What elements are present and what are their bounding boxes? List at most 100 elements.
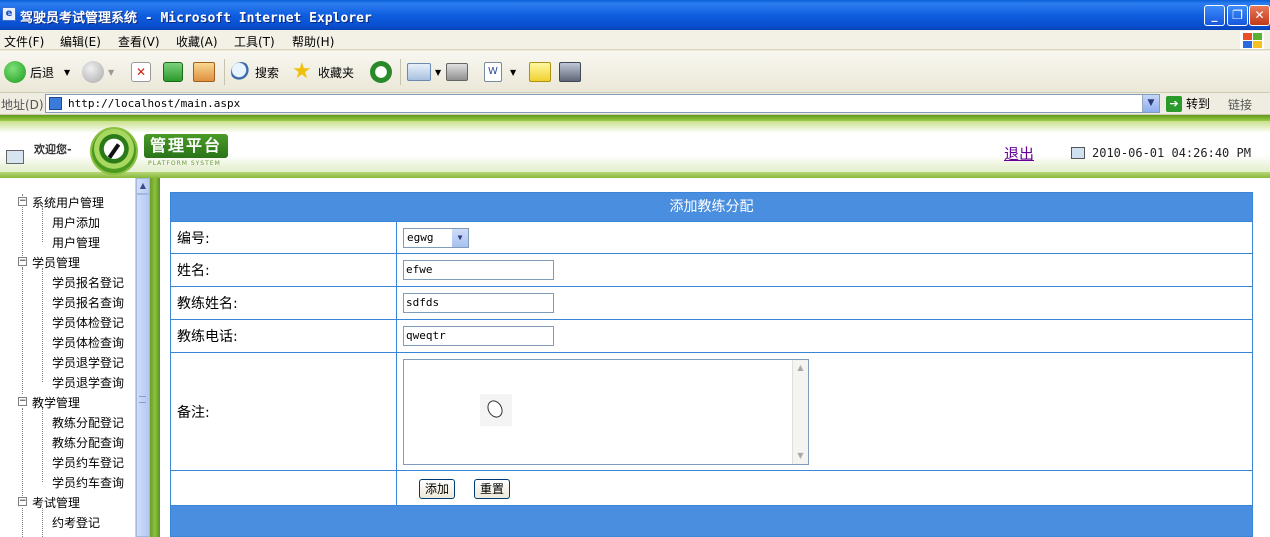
tree-guide xyxy=(22,268,23,308)
actions-label-cell xyxy=(171,471,397,505)
forward-arrow-icon xyxy=(82,61,104,83)
remark-textarea[interactable]: ▲ ▼ xyxy=(403,359,809,465)
tree-leaf-withdraw-register[interactable]: 学员退学登记 xyxy=(52,354,124,371)
id-label: 编号: xyxy=(171,222,397,253)
form-row-name: 姓名: efwe xyxy=(171,254,1252,287)
coach-name-input[interactable]: sdfds xyxy=(403,293,554,313)
tree-node-teaching-manage[interactable]: − 教学管理 xyxy=(18,394,80,411)
address-dropdown-icon[interactable]: ▼ xyxy=(1142,95,1159,112)
back-button[interactable]: 后退 ▼ xyxy=(4,60,70,84)
links-button[interactable]: 链接 xyxy=(1228,96,1252,113)
menu-bar: 文件(F) 编辑(E) 查看(V) 收藏(A) 工具(T) 帮助(H) xyxy=(0,30,1270,50)
tree-node-exam-manage[interactable]: − 考试管理 xyxy=(18,494,80,511)
tree-leaf-coach-assign-register[interactable]: 教练分配登记 xyxy=(52,414,124,431)
word-icon: W xyxy=(484,62,502,82)
refresh-icon xyxy=(163,62,183,82)
menu-view[interactable]: 查看(V) xyxy=(118,33,160,50)
history-button[interactable] xyxy=(370,60,392,84)
go-arrow-icon: ➔ xyxy=(1166,95,1182,112)
current-datetime: 2010-06-01 04:26:40 PM xyxy=(1092,146,1251,160)
favorites-button[interactable]: ★ 收藏夹 xyxy=(292,60,354,84)
scroll-thumb[interactable] xyxy=(136,194,150,537)
scroll-up-icon[interactable]: ▲ xyxy=(136,178,150,194)
tree-node-student-manage[interactable]: − 学员管理 xyxy=(18,254,80,271)
tree-guide xyxy=(42,208,43,242)
edit-button[interactable]: W ▼ xyxy=(484,60,516,84)
tree-leaf-car-booking-register[interactable]: 学员约车登记 xyxy=(52,454,124,471)
window-title: 驾驶员考试管理系统 - Microsoft Internet Explorer xyxy=(20,11,372,26)
mouse-cursor-icon xyxy=(480,394,512,426)
tree-leaf-user-add[interactable]: 用户添加 xyxy=(52,214,100,231)
tree-leaf-user-manage[interactable]: 用户管理 xyxy=(52,234,100,251)
menu-help[interactable]: 帮助(H) xyxy=(292,33,334,50)
close-button[interactable]: ✕ xyxy=(1249,5,1270,26)
toolbar-separator xyxy=(400,59,401,85)
windows-logo-icon xyxy=(1240,31,1264,49)
coach-phone-input[interactable]: qweqtr xyxy=(403,326,554,346)
menu-file[interactable]: 文件(F) xyxy=(4,33,44,50)
research-icon xyxy=(559,62,581,82)
frame-divider[interactable] xyxy=(150,178,160,537)
collapse-icon[interactable]: − xyxy=(18,497,27,506)
tree-leaf-exam-register[interactable]: 学员体检登记 xyxy=(52,314,124,331)
id-select[interactable]: egwg ▼ xyxy=(403,228,469,248)
textarea-scrollbar[interactable]: ▲ ▼ xyxy=(792,360,808,464)
note-icon xyxy=(529,62,551,82)
reset-button[interactable]: 重置 xyxy=(474,479,510,499)
name-cell: efwe xyxy=(397,254,1252,286)
name-input[interactable]: efwe xyxy=(403,260,554,280)
id-cell: egwg ▼ xyxy=(397,222,1252,253)
chevron-down-icon[interactable]: ▼ xyxy=(452,229,468,247)
address-input[interactable]: http://localhost/main.aspx ▼ xyxy=(45,94,1160,113)
collapse-icon[interactable]: − xyxy=(18,197,27,206)
history-icon xyxy=(370,61,392,83)
tree-leaf-enroll-register[interactable]: 学员报名登记 xyxy=(52,274,124,291)
back-dropdown-icon[interactable]: ▼ xyxy=(64,68,70,77)
nav-tree: − 系统用户管理 用户添加 用户管理 − 学员管理 学员报名登记 学员报名查询 … xyxy=(0,178,135,537)
tree-leaf-coach-assign-query[interactable]: 教练分配查询 xyxy=(52,434,124,451)
scroll-grip-icon xyxy=(139,396,146,403)
tree-node-system-users[interactable]: − 系统用户管理 xyxy=(18,194,104,211)
forward-dropdown-icon[interactable]: ▼ xyxy=(108,68,114,77)
search-button[interactable]: 搜索 xyxy=(231,60,279,84)
scroll-up-icon[interactable]: ▲ xyxy=(794,361,807,375)
minimize-button[interactable]: _ xyxy=(1204,5,1225,26)
edit-dropdown-icon[interactable]: ▼ xyxy=(510,68,516,77)
tree-leaf-car-booking-query[interactable]: 学员约车查询 xyxy=(52,474,124,491)
tree-leaf-exam-booking[interactable]: 约考登记 xyxy=(52,514,100,531)
browser-toolbar: 后退 ▼ ▼ ✕ 搜索 ★ 收藏夹 ▼ W ▼ xyxy=(0,51,1270,93)
menu-favorites[interactable]: 收藏(A) xyxy=(176,33,218,50)
stop-button[interactable]: ✕ xyxy=(131,60,151,84)
mail-button[interactable]: ▼ xyxy=(407,60,441,84)
menu-edit[interactable]: 编辑(E) xyxy=(60,33,101,50)
menu-tools[interactable]: 工具(T) xyxy=(234,33,275,50)
tree-leaf-exam-query[interactable]: 学员体检查询 xyxy=(52,334,124,351)
form-title: 添加教练分配 xyxy=(171,193,1252,222)
tree-leaf-withdraw-query[interactable]: 学员退学查询 xyxy=(52,374,124,391)
discuss-button[interactable] xyxy=(529,60,551,84)
ie-page-icon: e xyxy=(2,7,16,21)
window-title-bar: e 驾驶员考试管理系统 - Microsoft Internet Explore… xyxy=(0,0,1270,30)
tree-guide xyxy=(42,268,43,382)
tree-leaf-enroll-query[interactable]: 学员报名查询 xyxy=(52,294,124,311)
address-label: 地址(D) xyxy=(1,98,44,112)
collapse-icon[interactable]: − xyxy=(18,257,27,266)
add-button[interactable]: 添加 xyxy=(419,479,455,499)
header-top-stripe xyxy=(0,115,1270,121)
printer-icon xyxy=(446,63,468,81)
platform-subtitle: PLATFORM SYSTEM xyxy=(148,160,221,167)
forward-button[interactable]: ▼ xyxy=(82,60,114,84)
print-button[interactable] xyxy=(446,60,468,84)
mail-icon xyxy=(407,63,431,81)
refresh-button[interactable] xyxy=(163,60,183,84)
maximize-button[interactable]: ❐ xyxy=(1227,5,1248,26)
research-button[interactable] xyxy=(559,60,581,84)
welcome-text: 欢迎您- xyxy=(34,143,72,156)
logout-link[interactable]: 退出 xyxy=(1004,143,1034,164)
scroll-down-icon[interactable]: ▼ xyxy=(794,449,807,463)
go-button[interactable]: ➔ 转到 xyxy=(1166,95,1210,112)
sidebar-scrollbar[interactable]: ▲ xyxy=(135,178,150,537)
collapse-icon[interactable]: − xyxy=(18,397,27,406)
home-button[interactable] xyxy=(193,60,215,84)
mail-dropdown-icon[interactable]: ▼ xyxy=(435,68,441,77)
